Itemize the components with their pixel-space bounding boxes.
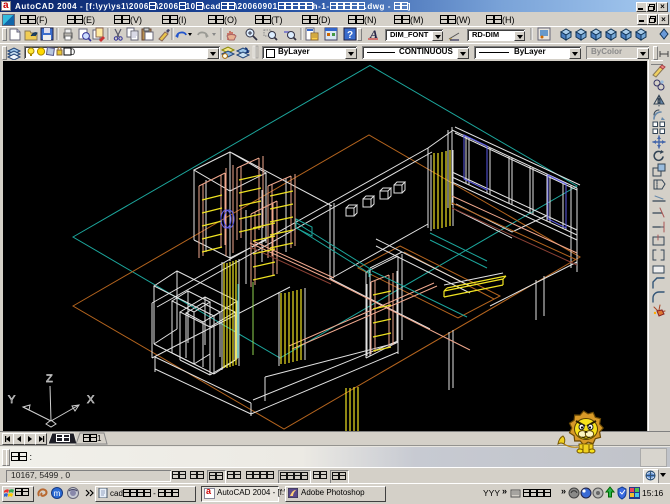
svg-text:X: X xyxy=(87,394,95,406)
svg-text:Z: Z xyxy=(46,373,53,385)
svg-text:Y: Y xyxy=(8,394,16,406)
svg-text:m: m xyxy=(54,489,61,498)
svg-text:?: ? xyxy=(347,30,353,41)
